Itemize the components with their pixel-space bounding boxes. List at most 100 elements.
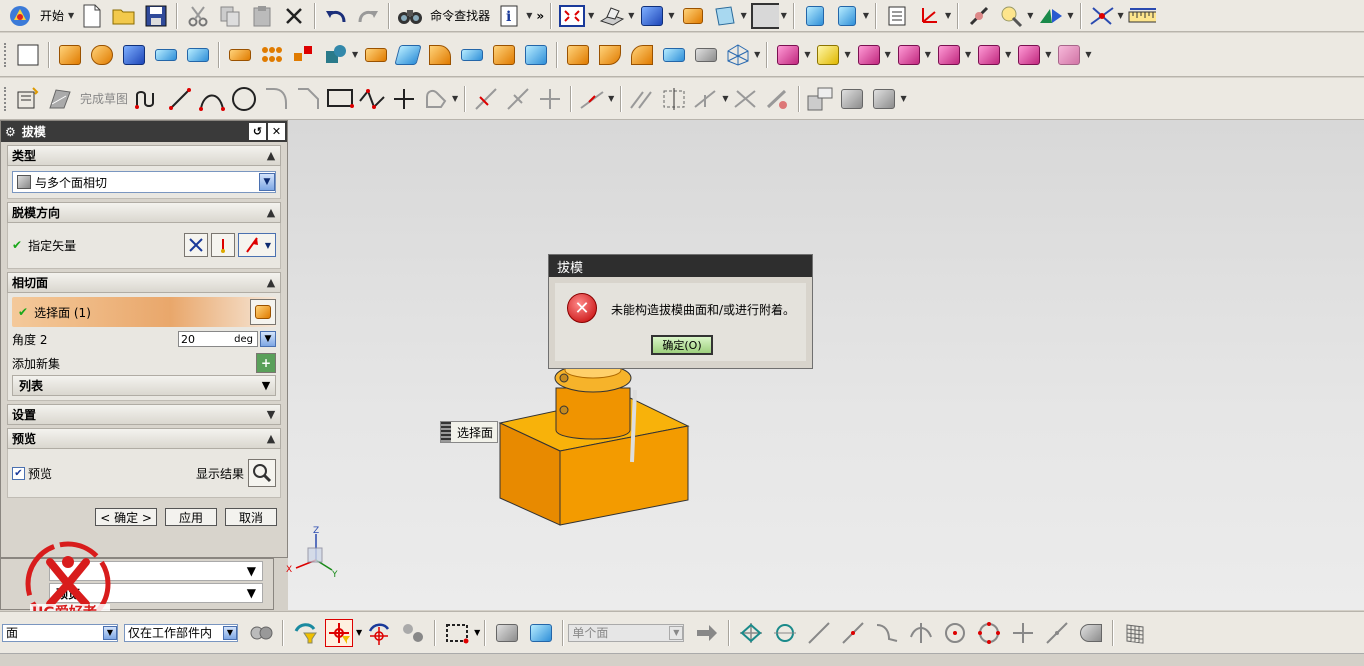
cancel-button[interactable]: 取消	[225, 508, 277, 526]
selection-scope-select[interactable]: 仅在工作部件内 ▼	[124, 623, 238, 642]
snap-point-icon[interactable]	[1088, 2, 1116, 30]
datum-icon[interactable]	[290, 41, 318, 69]
offset-curve-icon[interactable]	[422, 85, 450, 113]
collapse-icon[interactable]: ▲	[262, 432, 280, 445]
show-result-icon[interactable]	[248, 459, 276, 487]
dimension-icon[interactable]	[578, 85, 606, 113]
start-menu-label[interactable]: 开始	[40, 7, 64, 24]
snap-quadrant-icon[interactable]	[975, 619, 1003, 647]
chevron-down-icon[interactable]: ▼	[526, 11, 532, 20]
section-view-icon[interactable]	[711, 2, 739, 30]
transform-icon[interactable]	[833, 2, 861, 30]
wireframe-body-icon[interactable]	[724, 41, 752, 69]
dialog-title-bar[interactable]: ⚙ 拔模 ↺ ✕	[1, 121, 287, 142]
snap-filter-icon[interactable]	[325, 618, 353, 647]
preview-checkbox[interactable]: ✔	[12, 466, 25, 480]
add-new-set-icon[interactable]: +	[256, 353, 276, 373]
select-face-row[interactable]: ✔ 选择面 (1)	[12, 297, 276, 327]
save-icon[interactable]	[142, 2, 170, 30]
chamfer-icon[interactable]	[458, 41, 486, 69]
section-draw-direction-header[interactable]: 脱模方向 ▲	[7, 202, 281, 223]
angle-options-icon[interactable]: ▼	[260, 331, 276, 347]
sync-resize-icon[interactable]	[935, 41, 963, 69]
auto-constrain-icon[interactable]	[692, 85, 720, 113]
thicken-icon[interactable]	[660, 41, 688, 69]
collapse-icon[interactable]: ▲	[262, 206, 280, 219]
draft-type-select[interactable]: 与多个面相切 ▼	[12, 171, 276, 193]
quick-extend-icon[interactable]	[504, 85, 532, 113]
pocket-icon[interactable]	[184, 41, 212, 69]
rotate-point-icon[interactable]	[365, 619, 393, 647]
revolve-icon[interactable]	[88, 41, 116, 69]
arrow-right-icon[interactable]	[693, 619, 721, 647]
pattern-icon[interactable]	[258, 41, 286, 69]
open-folder-icon[interactable]	[110, 2, 138, 30]
rectangle-select-icon[interactable]	[443, 619, 471, 647]
snap-point-on-surface-icon[interactable]	[1043, 619, 1071, 647]
sketch-task-icon[interactable]	[14, 85, 42, 113]
chevron-down-icon[interactable]: ▼	[356, 628, 362, 637]
section-type-header[interactable]: 类型 ▲	[7, 145, 281, 166]
analysis-icon[interactable]	[997, 2, 1025, 30]
paste-icon[interactable]	[248, 2, 276, 30]
grid-icon[interactable]	[1121, 619, 1149, 647]
remove-constraint-icon[interactable]	[732, 85, 760, 113]
filter-reset-icon[interactable]	[291, 619, 319, 647]
expand-icon[interactable]: ▼	[257, 379, 275, 392]
sync-constraint-icon[interactable]	[1015, 41, 1043, 69]
section-settings-header[interactable]: 设置 ▼	[7, 404, 281, 425]
error-dialog-title-bar[interactable]: 拔模	[549, 255, 812, 277]
collapse-icon[interactable]: ▲	[262, 276, 280, 289]
vector-dialog-icon[interactable]	[211, 233, 235, 257]
new-file-icon[interactable]	[78, 2, 106, 30]
undo-icon[interactable]	[322, 2, 350, 30]
angle-input[interactable]: 20 deg	[178, 331, 258, 347]
move-object-icon[interactable]	[801, 2, 829, 30]
reverse-direction-icon[interactable]	[184, 233, 208, 257]
line-icon[interactable]	[166, 85, 194, 113]
section-tangent-faces-header[interactable]: 相切面 ▲	[7, 272, 281, 293]
sketch-settings-icon[interactable]	[806, 85, 834, 113]
rectangle-icon[interactable]	[326, 85, 355, 113]
sweep-icon[interactable]	[394, 41, 422, 69]
snap-end-point-icon[interactable]	[737, 619, 765, 647]
sketch-icon[interactable]	[14, 41, 42, 69]
ruler-icon[interactable]	[1128, 2, 1156, 30]
ok-button[interactable]: < 确定 >	[95, 508, 157, 526]
show-hidden-icon[interactable]	[399, 619, 427, 647]
arc-icon[interactable]	[198, 85, 226, 113]
finish-sketch-label[interactable]: 完成草图	[80, 90, 128, 107]
quick-trim-icon[interactable]	[472, 85, 500, 113]
measure-distance-icon[interactable]	[965, 2, 993, 30]
chevron-down-icon[interactable]: ▼	[223, 625, 237, 640]
boss-icon[interactable]	[152, 41, 180, 69]
render-style-icon[interactable]	[598, 2, 626, 30]
sync-cross-section-icon[interactable]	[1055, 41, 1083, 69]
background-color-icon[interactable]	[750, 2, 779, 30]
select-body-icon[interactable]	[493, 619, 521, 647]
edge-blend-icon[interactable]	[426, 41, 454, 69]
hole-icon[interactable]	[120, 41, 148, 69]
copy-icon[interactable]	[216, 2, 244, 30]
binoculars-icon[interactable]	[396, 2, 424, 30]
blend-face-icon[interactable]	[628, 41, 656, 69]
model-view[interactable]	[288, 120, 1364, 610]
unite-icon[interactable]	[322, 41, 350, 69]
gear-icon[interactable]: ⚙	[5, 125, 16, 139]
pad-icon[interactable]	[226, 41, 254, 69]
snap-existing-point-icon[interactable]	[1009, 619, 1037, 647]
preview-checkbox-label[interactable]: 预览	[28, 465, 52, 482]
expand-icon[interactable]: ▼	[247, 564, 256, 578]
block-icon[interactable]	[362, 41, 390, 69]
snap-point-on-curve-icon[interactable]	[839, 619, 867, 647]
replace-face-icon[interactable]	[692, 41, 720, 69]
geometric-constraint-icon[interactable]	[628, 85, 656, 113]
extrude-icon[interactable]	[56, 41, 84, 69]
shell-icon[interactable]	[490, 41, 518, 69]
select-face-icon[interactable]	[527, 619, 555, 647]
polyline-icon[interactable]	[358, 85, 386, 113]
start-icon[interactable]	[6, 2, 34, 30]
sync-delete-face-icon[interactable]	[855, 41, 883, 69]
expand-icon[interactable]: ▼	[262, 408, 280, 421]
collapse-icon[interactable]: ▲	[262, 149, 280, 162]
